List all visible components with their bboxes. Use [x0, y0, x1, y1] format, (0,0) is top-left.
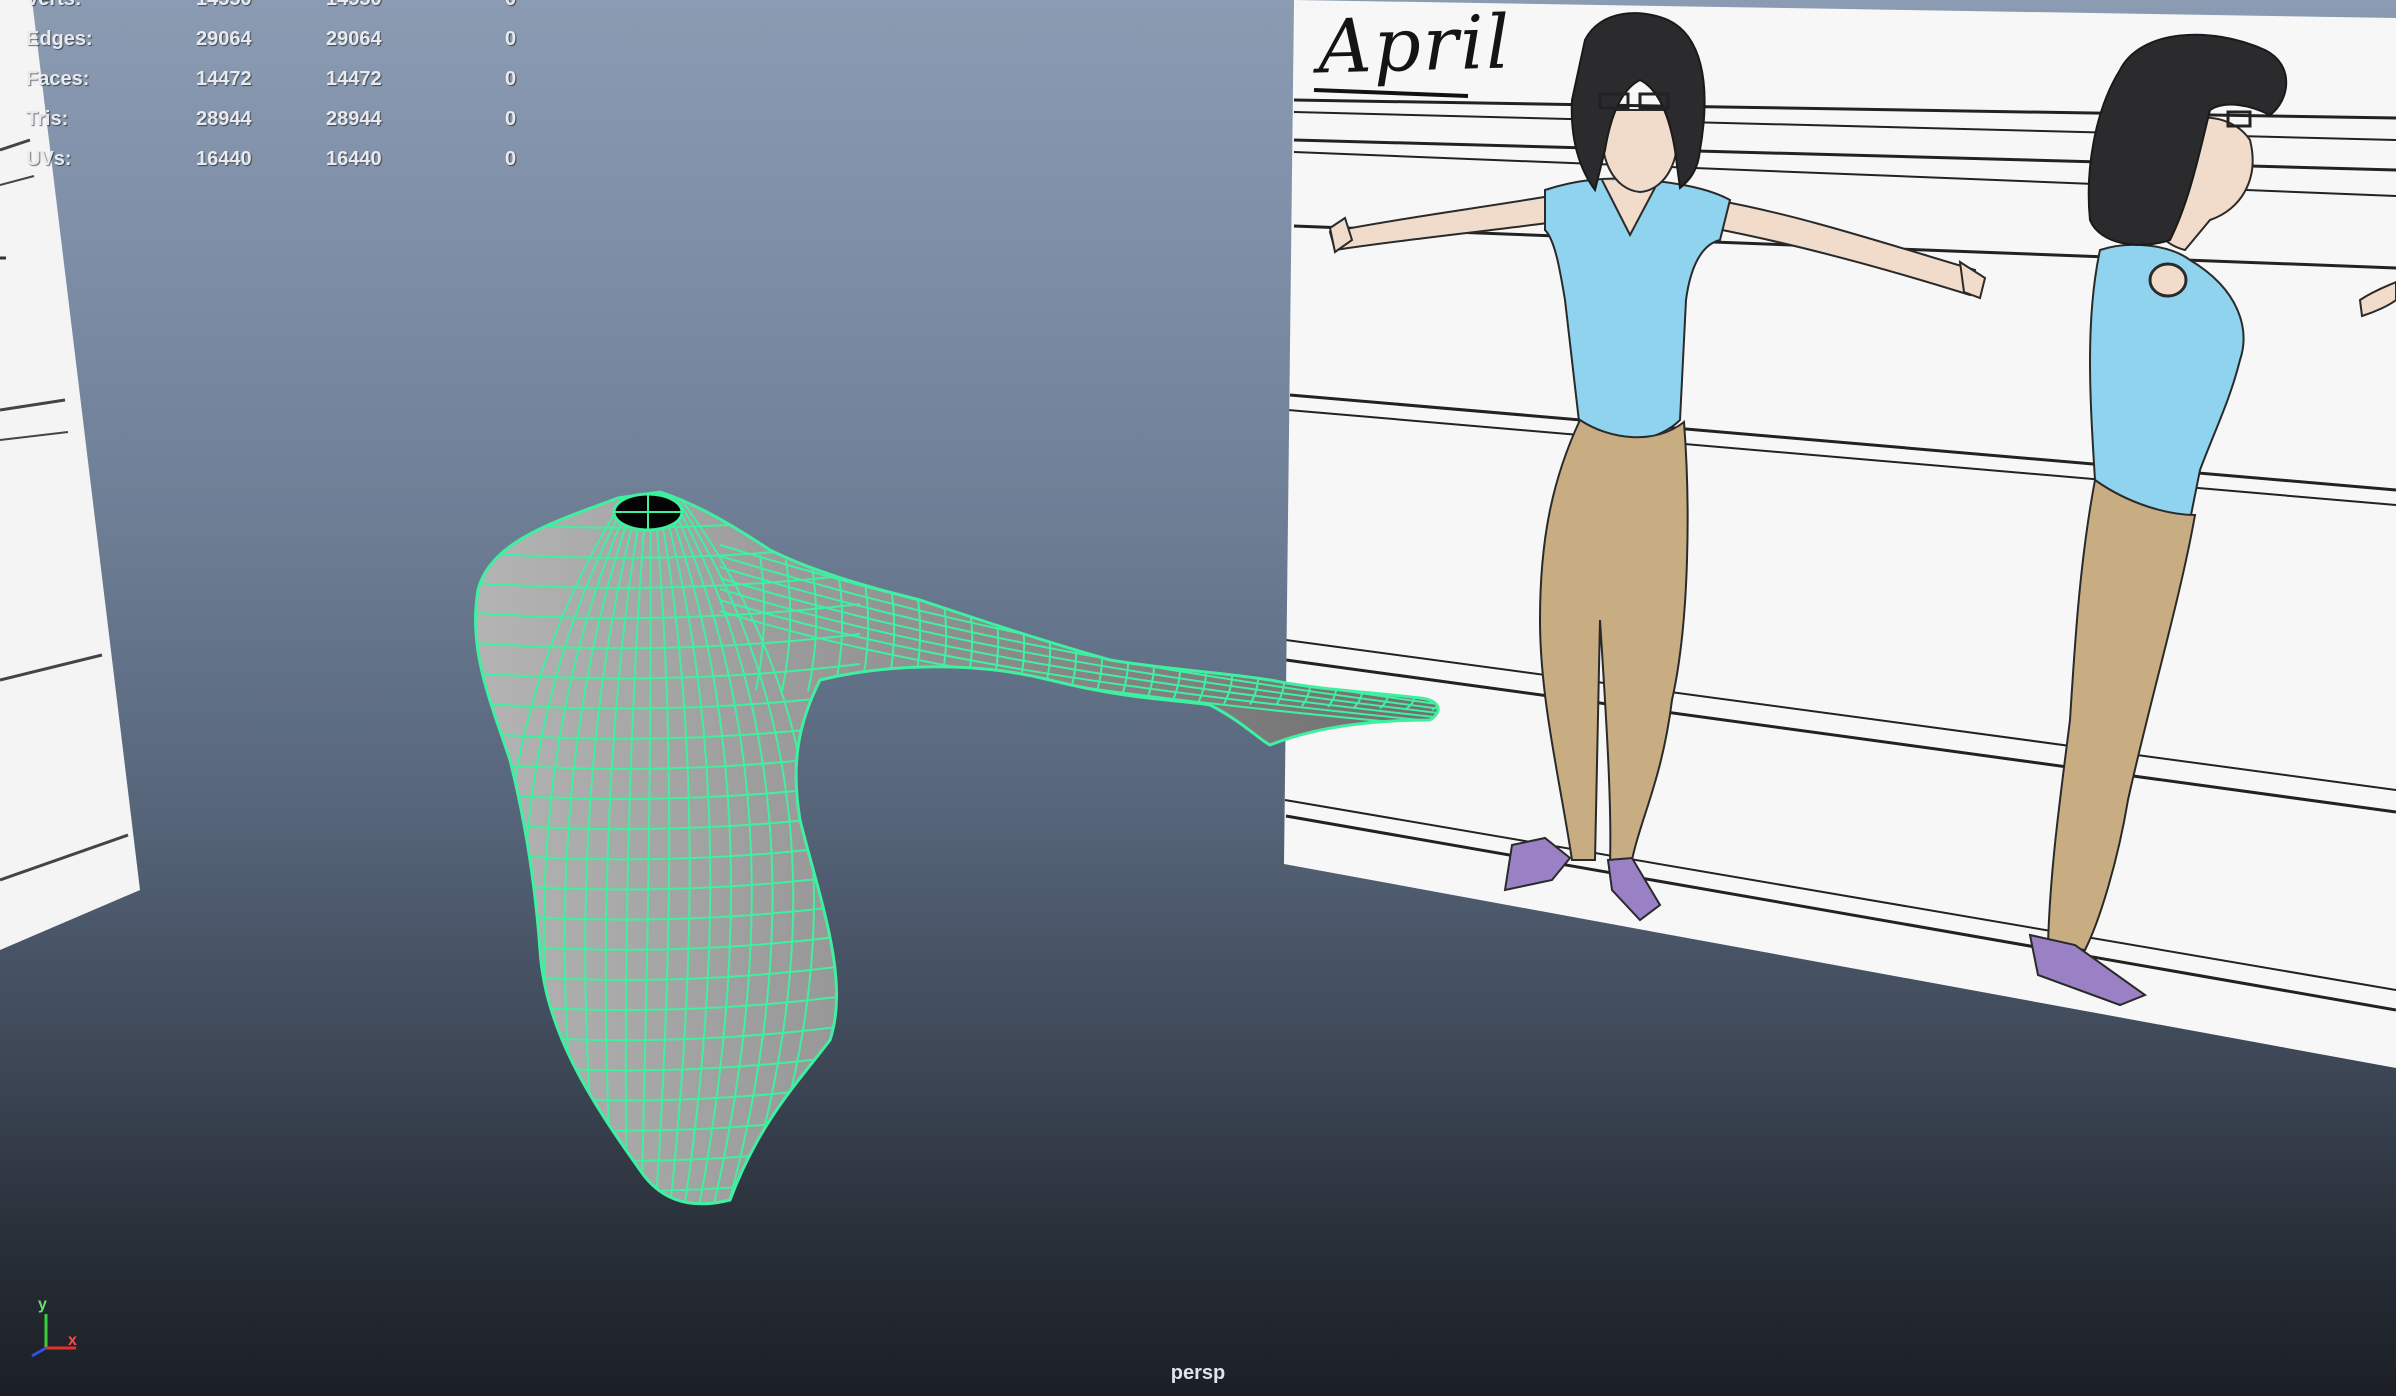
left-reference-plane[interactable]	[0, 0, 140, 950]
axis-y-label: y	[38, 1296, 47, 1313]
viewport-scene[interactable]	[0, 0, 2396, 1396]
view-axis-gizmo: y x	[18, 1296, 88, 1366]
reference-sheet-title: April	[1316, 0, 1513, 91]
camera-name-label: persp	[1170, 1362, 1226, 1384]
wireframe-edge	[475, 1203, 861, 1204]
maya-perspective-viewport[interactable]: Verts: 14550 14550 0 Edges: 29064 29064 …	[0, 0, 2396, 1396]
reference-sheet-plane[interactable]	[1284, 0, 2396, 1068]
axis-x-label: x	[68, 1332, 77, 1349]
axis-gizmo-icon	[31, 1314, 76, 1358]
